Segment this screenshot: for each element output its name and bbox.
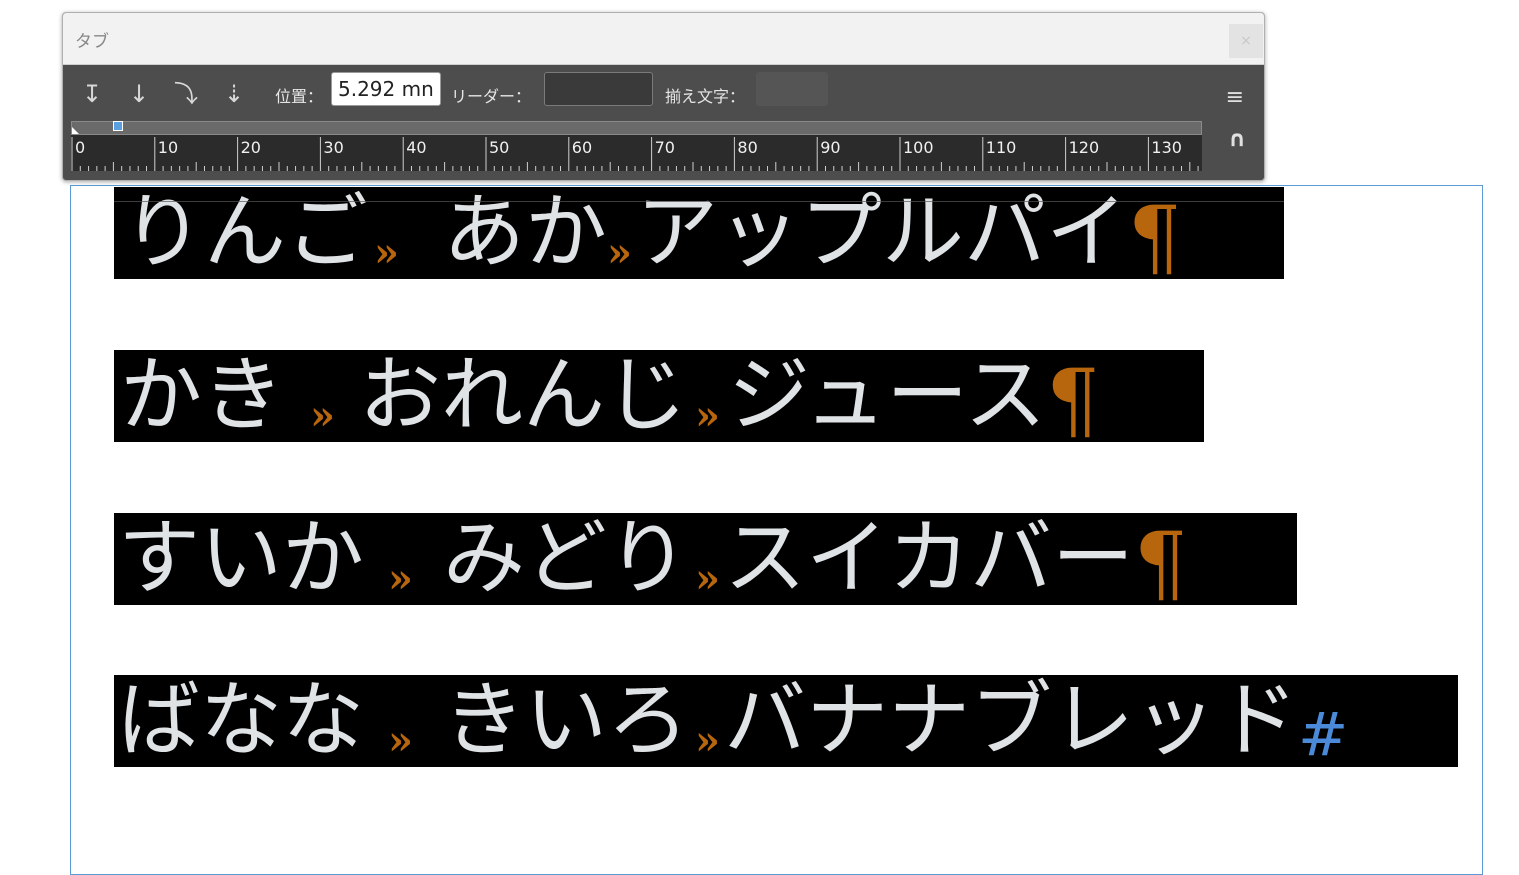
tab-marker: » (310, 392, 336, 439)
indent-marker-icon[interactable] (72, 127, 79, 134)
ruler-label: 90 (820, 138, 840, 157)
ruler-label: 40 (406, 138, 426, 157)
pilcrow-icon: ¶ (1134, 514, 1188, 612)
cell-c: スイカバー (724, 511, 1135, 606)
center-justified-tab-icon[interactable]: ↓ (124, 79, 154, 109)
position-input[interactable]: 5.292 mn (331, 72, 441, 106)
ruler-label: 70 (655, 138, 675, 157)
tab-ruler[interactable]: 0 10 20 30 40 50 60 70 80 90 100 110 120 130 (71, 135, 1202, 171)
text-line-4[interactable]: ばなな» きいろ »バナナブレッド# (114, 673, 1458, 770)
text-line-2[interactable]: かき» おれんじ »ジュース¶ (114, 348, 1204, 446)
align-to-decimal-tab-icon[interactable]: ⇣ (219, 79, 249, 109)
ruler-label: 110 (986, 138, 1017, 157)
ruler-label: 0 (75, 138, 85, 157)
tab-marker: » (388, 555, 414, 602)
tab-marker: » (388, 717, 414, 764)
ruler-label: 130 (1151, 138, 1182, 157)
left-justified-tab-icon[interactable]: ↧ (77, 79, 107, 109)
panel-titlebar[interactable]: タブ × (63, 13, 1264, 65)
position-panel-above-frame-icon[interactable]: ∩ (1228, 127, 1246, 152)
align-on-input[interactable] (756, 72, 828, 106)
cell-a: ばなな (118, 673, 365, 768)
ruler-label: 20 (241, 138, 261, 157)
position-label: 位置： (275, 87, 324, 106)
ruler-label: 50 (489, 138, 509, 157)
leader-input[interactable] (544, 72, 653, 106)
pilcrow-icon: ¶ (1046, 351, 1100, 449)
cell-c: ジュース (728, 348, 1047, 443)
ruler-label: 10 (158, 138, 178, 157)
tab-stop-marker-icon[interactable] (113, 121, 123, 131)
tab-marker: » (695, 717, 721, 764)
cell-a: かき (120, 348, 285, 443)
tab-marker: » (695, 392, 721, 439)
tabs-panel[interactable]: タブ × ↧ ↓ ⤵ ⇣ 位置： 5.292 mn リーダー： 揃え文字： ≡ … (62, 12, 1265, 181)
cell-a: すいか (118, 511, 365, 606)
cell-b: みどり (443, 511, 690, 606)
right-justified-tab-icon[interactable]: ⤵ (171, 79, 201, 109)
panel-menu-icon[interactable]: ≡ (1226, 85, 1244, 110)
tab-marker: » (607, 229, 633, 276)
ruler-label: 30 (323, 138, 343, 157)
align-on-label: 揃え文字： (665, 87, 746, 106)
ruler-label: 100 (903, 138, 934, 157)
cell-c: バナナブレッド (724, 673, 1299, 768)
tab-marker: » (374, 229, 400, 276)
baseline-guide (114, 201, 1284, 202)
tabs-toolbar: ↧ ↓ ⤵ ⇣ 位置： 5.292 mn リーダー： 揃え文字： ≡ (63, 65, 1264, 123)
panel-title: タブ (75, 32, 109, 52)
cell-b: おれんじ (359, 348, 688, 443)
close-button[interactable]: × (1229, 24, 1263, 58)
ruler-label: 120 (1069, 138, 1100, 157)
end-of-story-icon: # (1298, 700, 1349, 770)
cell-b: きいろ (443, 673, 690, 768)
ruler-label: 80 (737, 138, 757, 157)
text-line-1[interactable]: りんご» あか»アップルパイ¶ (114, 187, 1284, 283)
text-line-3[interactable]: すいか» みどり »スイカバー¶ (114, 511, 1297, 609)
tab-stop-track[interactable] (71, 121, 1202, 135)
leader-label: リーダー： (451, 87, 532, 106)
ruler-label: 60 (572, 138, 592, 157)
pilcrow-icon: ¶ (1128, 188, 1182, 286)
tab-marker: » (695, 555, 721, 602)
